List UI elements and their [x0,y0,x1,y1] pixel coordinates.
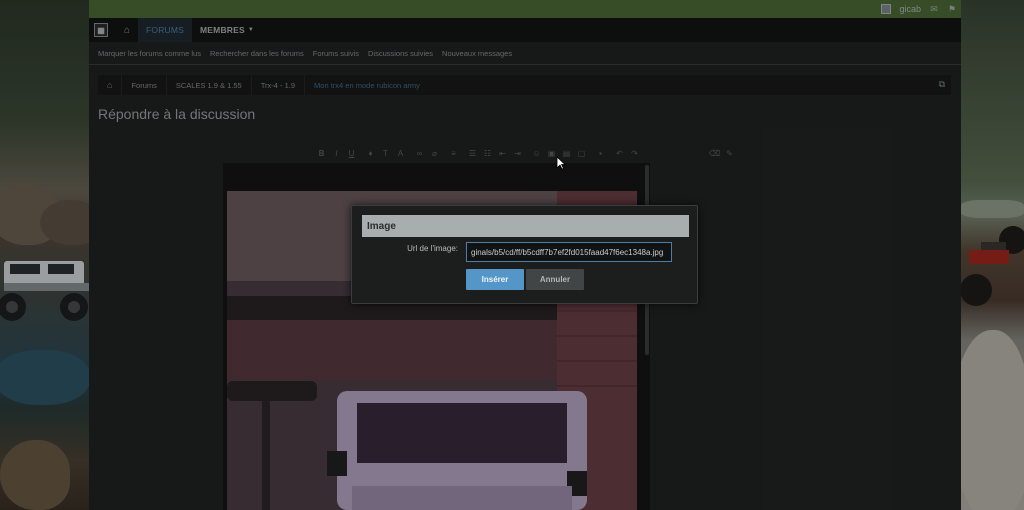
home-icon[interactable]: ⌂ [116,18,138,42]
chevron-down-icon: ▼ [247,27,255,33]
underline-icon[interactable]: U [344,146,359,160]
rc-crawler-image [961,226,1024,306]
tab-forums[interactable]: FORUMS [138,18,193,42]
avatar-icon[interactable] [881,4,892,14]
top-bar: gicab ✉ ⚑ [89,0,961,18]
background-right [961,0,1024,510]
font-family-icon[interactable]: A [393,146,408,160]
number-list-icon[interactable]: ☷ [480,146,495,160]
redo-icon[interactable]: ↷ [627,146,642,160]
save-draft-icon[interactable]: ▪ [593,146,608,160]
bold-icon[interactable]: B [314,146,329,160]
indent-icon[interactable]: ⇥ [510,146,525,160]
align-icon[interactable]: ≡ [446,146,461,160]
subnav-watched-threads-link[interactable]: Discussions suivies [368,49,433,58]
breadcrumb-current[interactable]: Mon trx4 en mode rubicon army [305,75,429,95]
toggle-bbcode-icon[interactable]: ✎ [722,146,737,160]
undo-icon[interactable]: ↶ [612,146,627,160]
background-left [0,0,89,510]
dialog-title: Image [362,215,689,237]
mouse-cursor-icon [556,156,566,170]
unlink-icon[interactable]: ⌀ [427,146,442,160]
image-dialog: Image Url de l'image: Insérer Annuler [351,205,698,304]
outdent-icon[interactable]: ⇤ [495,146,510,160]
rc-truck-image [0,261,89,321]
bullet-list-icon[interactable]: ☰ [465,146,480,160]
font-size-icon[interactable]: T [378,146,393,160]
sub-navigation: Marquer les forums comme lus Rechercher … [89,42,961,64]
breadcrumb-item-trx4[interactable]: Trx-4 - 1.9 [252,75,306,95]
editor-toolbar: B I U ♦ T A ∞ ⌀ ≡ ☰ ☷ ⇤ ⇥ ☺ ▣ ▤ ▢ ▪ ↶ ↷ … [314,146,737,160]
user-area: gicab ✉ ⚑ [881,0,957,18]
cancel-button[interactable]: Annuler [526,269,584,290]
breadcrumb: ⌂ Forums SCALES 1.9 & 1.55 Trx-4 - 1.9 M… [98,75,951,95]
code-icon[interactable]: ▢ [574,146,589,160]
subnav-search-link[interactable]: Rechercher dans les forums [210,49,304,58]
remove-format-icon[interactable]: ⌫ [707,146,722,160]
tab-membres[interactable]: MEMBRES ▼ [192,18,262,42]
smilies-icon[interactable]: ☺ [529,146,544,160]
breadcrumb-home-icon[interactable]: ⌂ [98,75,123,95]
url-label: Url de l'image: [407,244,458,253]
water-shape [0,350,89,405]
page-title: Répondre à la discussion [98,106,256,122]
rock-shape [0,440,70,510]
mail-icon[interactable]: ✉ [929,4,939,14]
image-url-input[interactable] [466,242,672,262]
font-color-icon[interactable]: ♦ [363,146,378,160]
username-link[interactable]: gicab [899,4,921,14]
subnav-watched-forums-link[interactable]: Forums suivis [313,49,359,58]
divider [89,64,961,65]
main-navbar: ▦ ⌂ FORUMS MEMBRES ▼ [89,18,961,42]
insert-button[interactable]: Insérer [466,269,524,290]
rock-shape [961,330,1024,510]
toolbar-right-group: ⌫ ✎ [707,146,737,160]
subnav-new-posts-link[interactable]: Nouveaux messages [442,49,512,58]
breadcrumb-item-scales[interactable]: SCALES 1.9 & 1.55 [167,75,252,95]
subnav-mark-read-link[interactable]: Marquer les forums comme lus [98,49,201,58]
sitemap-icon[interactable]: ⧉ [939,79,945,90]
forum-logo-icon[interactable]: ▦ [94,23,108,37]
breadcrumb-item-forums[interactable]: Forums [122,75,167,95]
italic-icon[interactable]: I [329,146,344,160]
link-icon[interactable]: ∞ [412,146,427,160]
flag-icon[interactable]: ⚑ [947,4,957,14]
tab-membres-label: MEMBRES [200,25,245,35]
hill-shape [961,200,1024,218]
